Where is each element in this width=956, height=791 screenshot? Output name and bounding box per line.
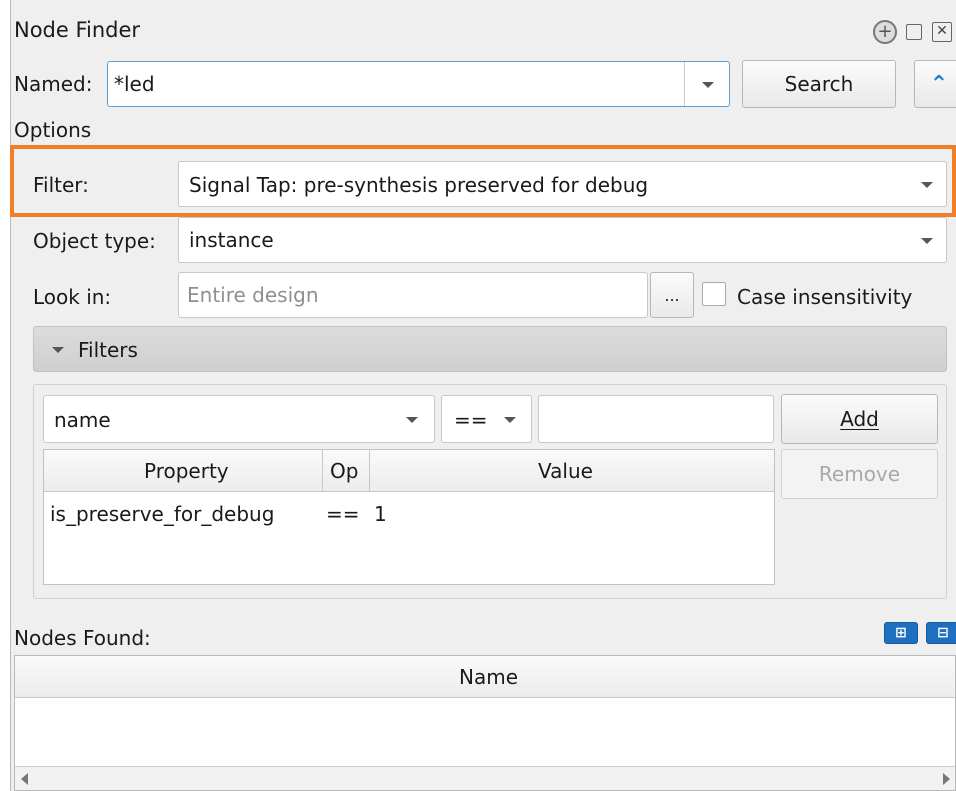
column-header-name[interactable]: Name (459, 665, 518, 689)
chevron-down-icon (504, 417, 516, 423)
look-in-input[interactable]: Entire design (178, 272, 648, 318)
search-button-label: Search (784, 72, 854, 96)
search-button[interactable]: Search (742, 60, 896, 108)
table-row[interactable]: is_preserve_for_debug == 1 (44, 496, 774, 530)
collapse-all-icon[interactable]: ⊟ (926, 622, 956, 644)
object-type-value: instance (189, 228, 274, 252)
filter-label: Filter: (33, 173, 89, 197)
property-select-value: name (54, 408, 111, 432)
operator-select-value: == (454, 408, 488, 432)
combo-divider (684, 62, 685, 106)
case-insensitivity-checkbox[interactable] (702, 282, 726, 306)
filter-value: Signal Tap: pre-synthesis preserved for … (189, 173, 649, 197)
float-window-icon[interactable] (906, 24, 922, 40)
named-combo[interactable]: *led (107, 61, 730, 107)
property-select[interactable]: name (43, 395, 435, 443)
object-type-select[interactable]: instance (178, 217, 947, 263)
add-button[interactable]: Add (781, 394, 938, 444)
named-label: Named: (14, 72, 93, 96)
filter-select[interactable]: Signal Tap: pre-synthesis preserved for … (178, 161, 947, 207)
remove-button[interactable]: Remove (781, 449, 938, 499)
scroll-left-icon[interactable] (21, 773, 28, 785)
nodes-table: Name (14, 655, 956, 791)
expand-all-icon[interactable]: ⊞ (884, 622, 918, 644)
triangle-down-icon (52, 347, 64, 353)
browse-button[interactable]: ... (650, 272, 694, 318)
close-icon[interactable]: ✕ (932, 22, 952, 42)
chevron-down-icon (921, 182, 933, 188)
column-header-property[interactable]: Property (144, 459, 229, 483)
filters-section-header[interactable]: Filters (33, 326, 947, 372)
look-in-label: Look in: (33, 285, 112, 309)
operator-select[interactable]: == (441, 395, 532, 443)
column-divider (322, 450, 323, 492)
row-op: == (326, 502, 360, 526)
look-in-placeholder: Entire design (187, 283, 319, 307)
nodes-found-label: Nodes Found: (14, 626, 151, 650)
options-label: Options (14, 118, 92, 142)
filter-table: Property Op Value is_preserve_for_debug … (43, 449, 775, 585)
filters-section-label: Filters (78, 338, 138, 362)
window-title: Node Finder (14, 18, 141, 42)
object-type-label: Object type: (33, 229, 156, 253)
remove-button-label: Remove (818, 462, 901, 486)
add-circle-icon[interactable]: + (873, 20, 897, 44)
case-insensitivity-label[interactable]: Case insensitivity (737, 285, 912, 309)
add-button-label: Add (840, 407, 879, 431)
filter-table-header: Property Op Value (44, 450, 774, 492)
column-header-value[interactable]: Value (538, 459, 593, 483)
nodes-table-header: Name (15, 656, 955, 698)
scroll-right-icon[interactable] (943, 773, 950, 785)
row-value: 1 (374, 502, 387, 526)
column-header-op[interactable]: Op (330, 459, 358, 483)
named-input[interactable]: *led (114, 72, 155, 96)
value-input[interactable] (538, 395, 774, 443)
horizontal-scrollbar[interactable] (15, 766, 955, 790)
chevron-down-icon[interactable] (702, 82, 714, 88)
column-divider (369, 450, 370, 492)
chevron-down-icon (921, 238, 933, 244)
double-chevron-up-icon[interactable]: ⌃ (914, 60, 956, 108)
chevron-down-icon (406, 417, 418, 423)
row-property: is_preserve_for_debug (50, 502, 275, 526)
